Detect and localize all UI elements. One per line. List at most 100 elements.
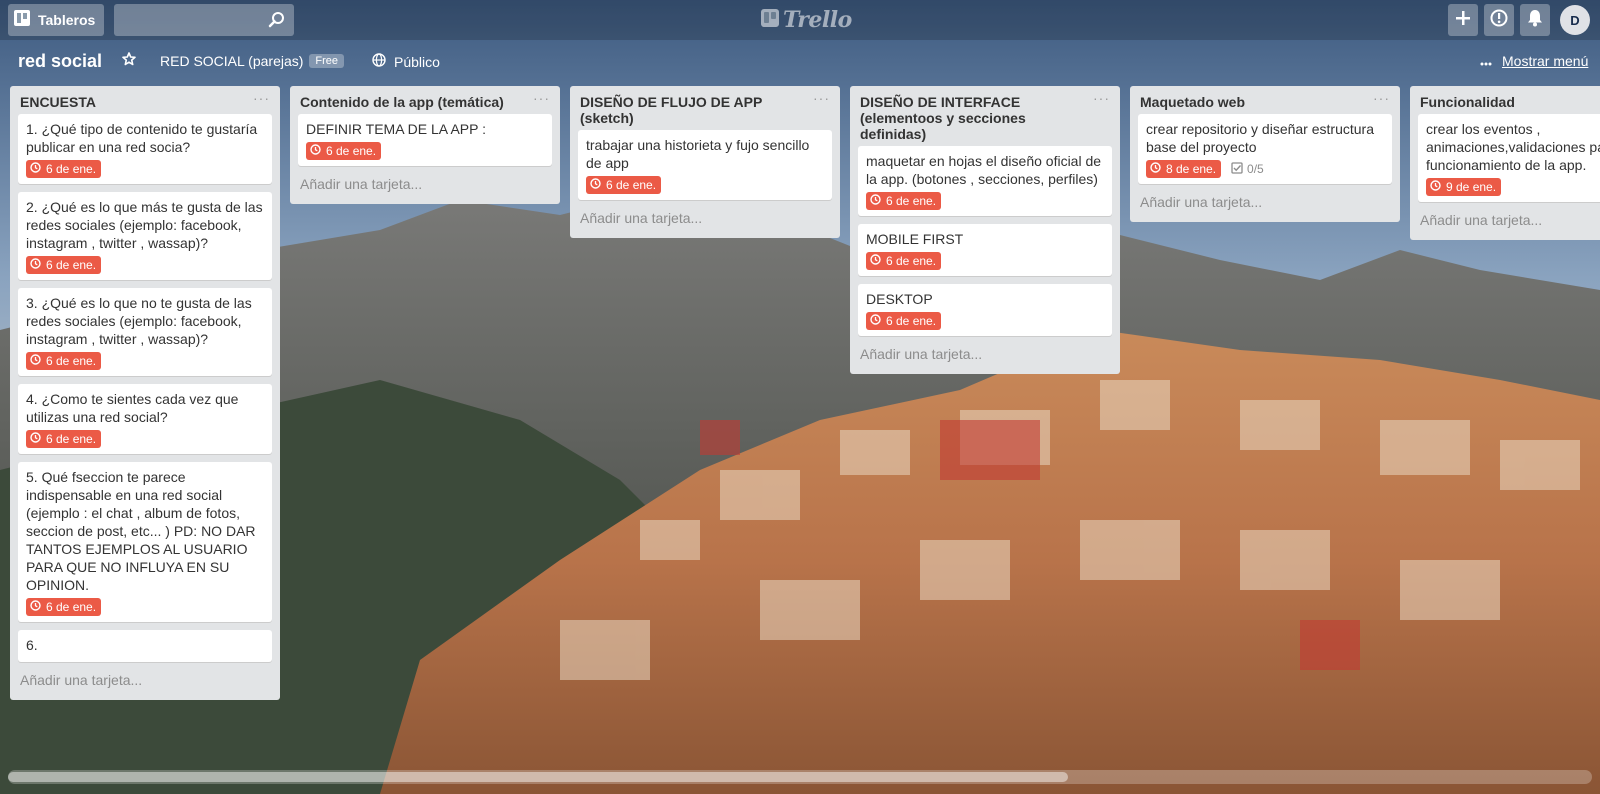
boards-icon bbox=[14, 9, 30, 31]
list-menu-icon[interactable]: ··· bbox=[1373, 90, 1390, 106]
card[interactable]: maquetar en hojas el diseño oficial de l… bbox=[858, 146, 1112, 216]
card-title: DEFINIR TEMA DE LA APP : bbox=[306, 121, 486, 137]
boards-label: Tableros bbox=[38, 12, 96, 28]
member-avatar[interactable]: D bbox=[1560, 5, 1590, 35]
list-diseno-interface: DISEÑO DE INTERFACE (elementoos y seccio… bbox=[850, 86, 1120, 374]
visibility-label: Público bbox=[394, 53, 440, 70]
trello-logo-icon bbox=[761, 8, 779, 32]
due-date-badge: 9 de ene. bbox=[1426, 178, 1502, 196]
information-button[interactable] bbox=[1484, 4, 1514, 36]
list-header[interactable]: Maquetado web ··· bbox=[1130, 86, 1400, 114]
card-title: 5. Qué fseccion te parece indispensable … bbox=[26, 469, 256, 593]
card[interactable]: 3. ¿Qué es lo que no te gusta de las red… bbox=[18, 288, 272, 376]
show-menu-label: Mostrar menú bbox=[1502, 53, 1589, 69]
search-icon[interactable] bbox=[268, 11, 286, 34]
card[interactable]: 1. ¿Qué tipo de contenido te gustaría pu… bbox=[18, 114, 272, 184]
search-input[interactable] bbox=[114, 4, 264, 36]
checkbox-icon bbox=[1231, 161, 1243, 177]
add-card-button[interactable]: Añadir una tarjeta... bbox=[850, 344, 1120, 372]
list-header[interactable]: DISEÑO DE FLUJO DE APP (sketch) ··· bbox=[570, 86, 840, 130]
notifications-button[interactable] bbox=[1520, 4, 1550, 36]
list-menu-icon[interactable]: ··· bbox=[813, 90, 830, 106]
scrollbar-thumb[interactable] bbox=[8, 772, 1068, 782]
card-title: 1. ¿Qué tipo de contenido te gustaría pu… bbox=[26, 121, 258, 155]
add-card-button[interactable]: Añadir una tarjeta... bbox=[290, 174, 560, 202]
due-date-badge: 6 de ene. bbox=[26, 352, 102, 370]
due-date-badge: 6 de ene. bbox=[866, 192, 942, 210]
list-menu-icon[interactable]: ··· bbox=[533, 90, 550, 106]
card-title: maquetar en hojas el diseño oficial de l… bbox=[866, 153, 1102, 187]
card[interactable]: MOBILE FIRST 6 de ene. bbox=[858, 224, 1112, 276]
search-box[interactable] bbox=[114, 4, 294, 36]
card[interactable]: 5. Qué fseccion te parece indispensable … bbox=[18, 462, 272, 622]
list-title[interactable]: Funcionalidad bbox=[1420, 94, 1600, 110]
due-date-badge: 6 de ene. bbox=[26, 160, 102, 178]
list-menu-icon[interactable]: ··· bbox=[253, 90, 270, 106]
list-title[interactable]: Contenido de la app (temática) bbox=[300, 94, 530, 110]
list-title[interactable]: ENCUESTA bbox=[20, 94, 250, 110]
card[interactable]: 4. ¿Como te sientes cada vez que utiliza… bbox=[18, 384, 272, 454]
board-title[interactable]: red social bbox=[18, 51, 102, 72]
card[interactable]: 6. bbox=[18, 630, 272, 662]
list-header[interactable]: Funcionalidad ··· bbox=[1410, 86, 1600, 114]
more-dots-icon bbox=[1480, 53, 1492, 69]
due-date-text: 8 de ene. bbox=[1166, 162, 1217, 176]
clock-icon bbox=[30, 258, 41, 272]
show-menu-button[interactable]: Mostrar menú bbox=[1480, 53, 1588, 69]
clock-icon bbox=[870, 314, 881, 328]
list-header[interactable]: ENCUESTA ··· bbox=[10, 86, 280, 114]
due-date-text: 9 de ene. bbox=[1446, 180, 1497, 194]
clock-icon bbox=[870, 194, 881, 208]
card-title: trabajar una historieta y fujo sencillo … bbox=[586, 137, 810, 171]
top-navigation-bar: Tableros Trello D bbox=[0, 0, 1600, 40]
due-date-text: 6 de ene. bbox=[46, 258, 97, 272]
info-icon bbox=[1490, 9, 1508, 32]
due-date-text: 6 de ene. bbox=[886, 194, 937, 208]
list-title[interactable]: DISEÑO DE FLUJO DE APP (sketch) bbox=[580, 94, 810, 126]
add-card-button[interactable]: Añadir una tarjeta... bbox=[1410, 210, 1600, 238]
team-selector[interactable]: RED SOCIAL (parejas) Free bbox=[160, 53, 345, 69]
clock-icon bbox=[1150, 162, 1161, 176]
due-date-text: 6 de ene. bbox=[46, 162, 97, 176]
clock-icon bbox=[30, 162, 41, 176]
card-title: 6. bbox=[26, 637, 38, 653]
card[interactable]: DESKTOP 6 de ene. bbox=[858, 284, 1112, 336]
visibility-selector[interactable]: Público bbox=[372, 53, 440, 70]
list-diseno-flujo: DISEÑO DE FLUJO DE APP (sketch) ··· trab… bbox=[570, 86, 840, 238]
due-date-text: 6 de ene. bbox=[886, 254, 937, 268]
create-button[interactable] bbox=[1448, 4, 1478, 36]
board-horizontal-scrollbar[interactable] bbox=[8, 770, 1592, 784]
list-contenido: Contenido de la app (temática) ··· DEFIN… bbox=[290, 86, 560, 204]
card[interactable]: trabajar una historieta y fujo sencillo … bbox=[578, 130, 832, 200]
add-card-button[interactable]: Añadir una tarjeta... bbox=[570, 208, 840, 236]
add-card-button[interactable]: Añadir una tarjeta... bbox=[1130, 192, 1400, 220]
card[interactable]: DEFINIR TEMA DE LA APP : 6 de ene. bbox=[298, 114, 552, 166]
trello-logo[interactable]: Trello bbox=[761, 6, 852, 34]
clock-icon bbox=[590, 178, 601, 192]
due-date-badge: 6 de ene. bbox=[586, 176, 662, 194]
due-date-badge: 6 de ene. bbox=[26, 256, 102, 274]
card-title: crear repositorio y diseñar estructura b… bbox=[1146, 121, 1374, 155]
star-icon[interactable] bbox=[122, 52, 136, 71]
bell-icon bbox=[1527, 9, 1543, 32]
card[interactable]: 2. ¿Qué es lo que más te gusta de las re… bbox=[18, 192, 272, 280]
plus-icon bbox=[1455, 10, 1471, 31]
clock-icon bbox=[30, 432, 41, 446]
boards-button[interactable]: Tableros bbox=[8, 4, 104, 36]
due-date-badge: 6 de ene. bbox=[26, 598, 102, 616]
due-date-text: 6 de ene. bbox=[326, 144, 377, 158]
card[interactable]: crear los eventos , animaciones,validaci… bbox=[1418, 114, 1600, 202]
list-title[interactable]: DISEÑO DE INTERFACE (elementoos y seccio… bbox=[860, 94, 1090, 142]
due-date-badge: 8 de ene. bbox=[1146, 160, 1222, 178]
add-card-button[interactable]: Añadir una tarjeta... bbox=[10, 670, 280, 698]
card-title: DESKTOP bbox=[866, 291, 933, 307]
team-name: RED SOCIAL (parejas) bbox=[160, 53, 304, 69]
card[interactable]: crear repositorio y diseñar estructura b… bbox=[1138, 114, 1392, 184]
checklist-count: 0/5 bbox=[1247, 162, 1264, 176]
card-title: MOBILE FIRST bbox=[866, 231, 964, 247]
list-header[interactable]: DISEÑO DE INTERFACE (elementoos y seccio… bbox=[850, 86, 1120, 146]
list-funcionalidad: Funcionalidad ··· crear los eventos , an… bbox=[1410, 86, 1600, 240]
list-header[interactable]: Contenido de la app (temática) ··· bbox=[290, 86, 560, 114]
list-menu-icon[interactable]: ··· bbox=[1093, 90, 1110, 106]
list-title[interactable]: Maquetado web bbox=[1140, 94, 1370, 110]
